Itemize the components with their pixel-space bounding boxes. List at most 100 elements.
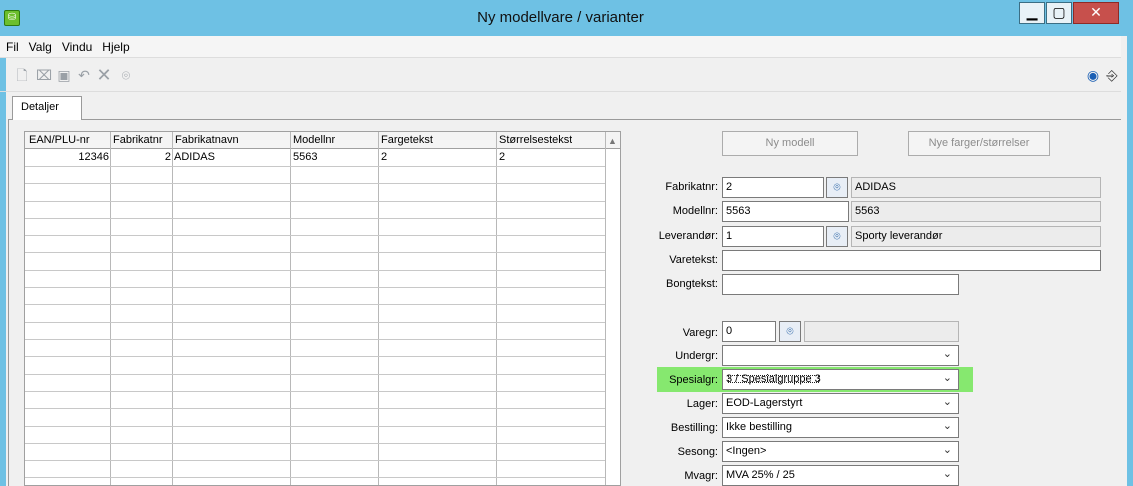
lager-value: EOD-Lagerstyrt — [726, 397, 803, 409]
chevron-down-icon: ⌄ — [942, 420, 952, 432]
spesialgr-select[interactable]: 3 / Spesialgruppe 3 ⌄ — [722, 369, 959, 390]
sesong-value: <Ingen> — [726, 445, 767, 457]
grid-row-line — [25, 252, 605, 253]
binoculars-icon: ⌾ — [833, 180, 841, 194]
grid-column — [25, 132, 111, 485]
chevron-down-icon: ⌄ — [942, 444, 952, 456]
bestilling-label: Bestilling: — [670, 422, 718, 434]
ny-modell-button[interactable]: Ny modell — [722, 131, 858, 156]
leverandor-input[interactable]: 1 — [722, 226, 824, 247]
tab-detaljer[interactable]: Detaljer — [12, 96, 82, 120]
grid-row-line — [25, 374, 605, 375]
modellnr-label: Modellnr: — [672, 205, 718, 217]
maximize-icon: ▢ — [1052, 4, 1066, 20]
fabrikatnr-input[interactable]: 2 — [722, 177, 824, 198]
menu-hjelp[interactable]: Hjelp — [96, 36, 133, 54]
maximize-button[interactable]: ▢ — [1046, 2, 1072, 24]
grid-row-line — [25, 235, 605, 236]
help-icon[interactable]: ◉ — [1085, 67, 1101, 83]
window-title: Ny modellvare / varianter — [477, 9, 644, 26]
varegr-search-button[interactable]: ⌾ — [779, 321, 801, 342]
grid-row-line — [25, 322, 605, 323]
menu-bar: Fil Valg Vindu Hjelp — [0, 36, 1121, 58]
title-bar[interactable]: ⛁ Ny modellvare / varianter ▁ ▢ ✕ — [0, 0, 1127, 36]
grid-row-line — [25, 391, 605, 392]
grid-row-line — [25, 287, 605, 288]
column-header-storrelsestekst[interactable]: Størrelsestekst — [499, 134, 572, 146]
modellnr-display: 5563 — [851, 201, 1101, 222]
lager-label: Lager: — [686, 398, 718, 410]
varegr-label: Varegr: — [682, 327, 718, 339]
bongtekst-label: Bongtekst: — [666, 278, 718, 290]
modellnr-input[interactable]: 5563 — [722, 201, 849, 222]
varetekst-input[interactable] — [722, 250, 1101, 271]
grid-cell-fargetekst[interactable]: 2 — [381, 151, 387, 163]
sesong-label: Sesong: — [677, 446, 718, 458]
menu-fil[interactable]: Fil — [0, 36, 23, 54]
grid-column — [379, 132, 497, 485]
sesong-select[interactable]: <Ingen> ⌄ — [722, 441, 959, 462]
grid-row-line — [25, 443, 605, 444]
undo-icon[interactable]: ↶ — [76, 67, 92, 83]
undergr-label: Undergr: — [675, 350, 718, 362]
variant-grid[interactable]: EAN/PLU-nr Fabrikatnr Fabrikatnavn Model… — [24, 131, 621, 486]
grid-row-line — [25, 201, 605, 202]
chevron-down-icon: ⌄ — [942, 468, 952, 480]
binoculars-icon: ⌾ — [833, 229, 841, 243]
grid-cell-modellnr[interactable]: 5563 — [293, 151, 317, 163]
grid-row-line — [25, 270, 605, 271]
lager-select[interactable]: EOD-Lagerstyrt ⌄ — [722, 393, 959, 414]
close-icon: ✕ — [1090, 4, 1102, 20]
grid-row-line — [25, 426, 605, 427]
bestilling-select[interactable]: Ikke bestilling ⌄ — [722, 417, 959, 438]
varegr-input[interactable]: 0 — [722, 321, 776, 342]
varegr-name-display — [804, 321, 959, 342]
minimize-button[interactable]: ▁ — [1019, 2, 1045, 24]
menu-vindu[interactable]: Vindu — [56, 36, 96, 54]
grid-cell-ean[interactable]: 12346 — [25, 151, 109, 163]
binoculars-icon: ⌾ — [786, 324, 794, 338]
grid-row-line — [25, 339, 605, 340]
fabrikatnr-search-button[interactable]: ⌾ — [826, 177, 848, 198]
chevron-down-icon: ⌄ — [942, 348, 952, 360]
exit-door-icon[interactable]: ⎆ — [1104, 67, 1120, 83]
column-header-fargetekst[interactable]: Fargetekst — [381, 134, 433, 146]
chevron-down-icon: ⌄ — [942, 372, 952, 384]
grid-column — [173, 132, 291, 485]
binoculars-icon[interactable]: ⌾ — [118, 67, 134, 83]
new-document-icon[interactable]: 🗋 — [14, 67, 30, 83]
grid-column — [497, 132, 606, 485]
cancel-icon[interactable]: ✕ — [96, 66, 112, 84]
fabrikatnavn-display: ADIDAS — [851, 177, 1101, 198]
chevron-down-icon: ⌄ — [942, 396, 952, 408]
grid-row-line — [25, 477, 605, 478]
leverandor-label: Leverandør: — [658, 230, 718, 242]
grid-cell-storrelsestekst[interactable]: 2 — [499, 151, 505, 163]
undergr-select[interactable]: ⌄ — [722, 345, 959, 366]
column-header-ean[interactable]: EAN/PLU-nr — [29, 134, 109, 146]
mvagr-label: Mvagr: — [684, 470, 718, 482]
grid-row-line — [25, 356, 605, 357]
toolbar: 🗋 ⌧ ▣ ↶ ✕ ⌾ ◉ ⎆ — [0, 58, 1121, 92]
close-button[interactable]: ✕ — [1073, 2, 1119, 24]
save-icon[interactable]: ▣ — [56, 67, 72, 83]
mvagr-select[interactable]: MVA 25% / 25 ⌄ — [722, 465, 959, 486]
grid-row-line — [25, 304, 605, 305]
spesialgr-value: 3 / Spesialgruppe 3 — [726, 373, 821, 385]
scroll-up-icon[interactable]: ▲ — [608, 136, 617, 146]
menu-valg[interactable]: Valg — [23, 36, 56, 54]
delete-icon[interactable]: ⌧ — [36, 67, 52, 83]
grid-cell-fabrikatnr[interactable]: 2 — [111, 151, 171, 163]
grid-cell-fabrikatnavn[interactable]: ADIDAS — [174, 151, 215, 163]
grid-column — [291, 132, 379, 485]
grid-row-line — [25, 218, 605, 219]
grid-row-line — [25, 166, 605, 167]
nye-farger-storrelser-button[interactable]: Nye farger/størrelser — [908, 131, 1050, 156]
bongtekst-input[interactable] — [722, 274, 959, 295]
mvagr-value: MVA 25% / 25 — [726, 469, 795, 481]
leverandor-search-button[interactable]: ⌾ — [826, 226, 848, 247]
column-header-fabrikatnr[interactable]: Fabrikatnr — [113, 134, 173, 146]
column-header-modellnr[interactable]: Modellnr — [293, 134, 335, 146]
spesialgr-label: Spesialgr: — [669, 374, 718, 386]
column-header-fabrikatnavn[interactable]: Fabrikatnavn — [175, 134, 239, 146]
